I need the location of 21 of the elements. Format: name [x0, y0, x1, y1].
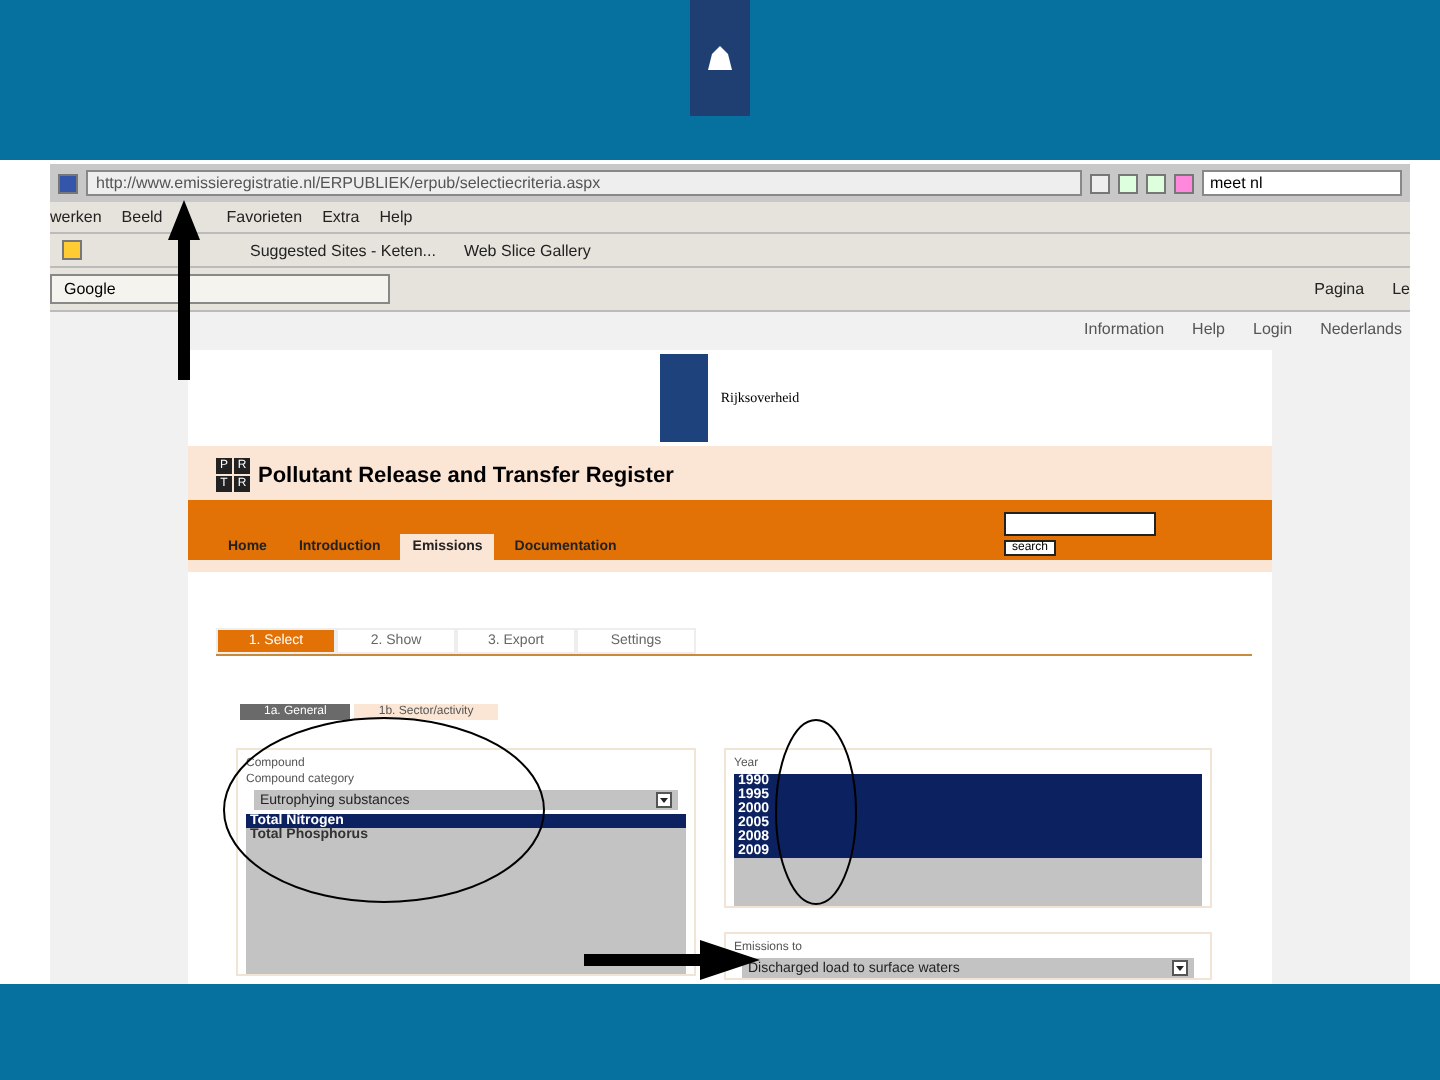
- favorite-link[interactable]: Suggested Sites - Keten...: [250, 241, 436, 259]
- address-field[interactable]: http://www.emissieregistratie.nl/ERPUBLIEK/erpub/selectiecriteria.aspx: [86, 170, 1082, 196]
- toolbar-item[interactable]: Pagina: [1314, 280, 1365, 298]
- site-title: Pollutant Release and Transfer Register: [258, 463, 674, 487]
- top-link[interactable]: Nederlands: [1320, 320, 1402, 338]
- caret-icon: [1172, 960, 1188, 976]
- menu-item[interactable]: werken: [50, 208, 102, 226]
- menu-item[interactable]: Beeld: [121, 208, 163, 226]
- favorite-link[interactable]: Web Slice Gallery: [463, 241, 591, 259]
- menu-item[interactable]: Favorieten: [226, 208, 303, 226]
- government-logo: [660, 354, 709, 442]
- site-search-field[interactable]: [1004, 512, 1156, 536]
- top-link[interactable]: Help: [1192, 320, 1225, 338]
- top-link[interactable]: Login: [1253, 320, 1293, 338]
- search-field[interactable]: meet nl: [1202, 170, 1402, 196]
- toolbar-item[interactable]: Le: [1392, 280, 1410, 298]
- menu-item[interactable]: Extra: [322, 208, 360, 226]
- menu-item[interactable]: Help: [379, 208, 413, 226]
- browser-tab[interactable]: Google: [50, 274, 390, 304]
- caret-icon: [656, 792, 672, 808]
- top-link[interactable]: Information: [1084, 320, 1165, 338]
